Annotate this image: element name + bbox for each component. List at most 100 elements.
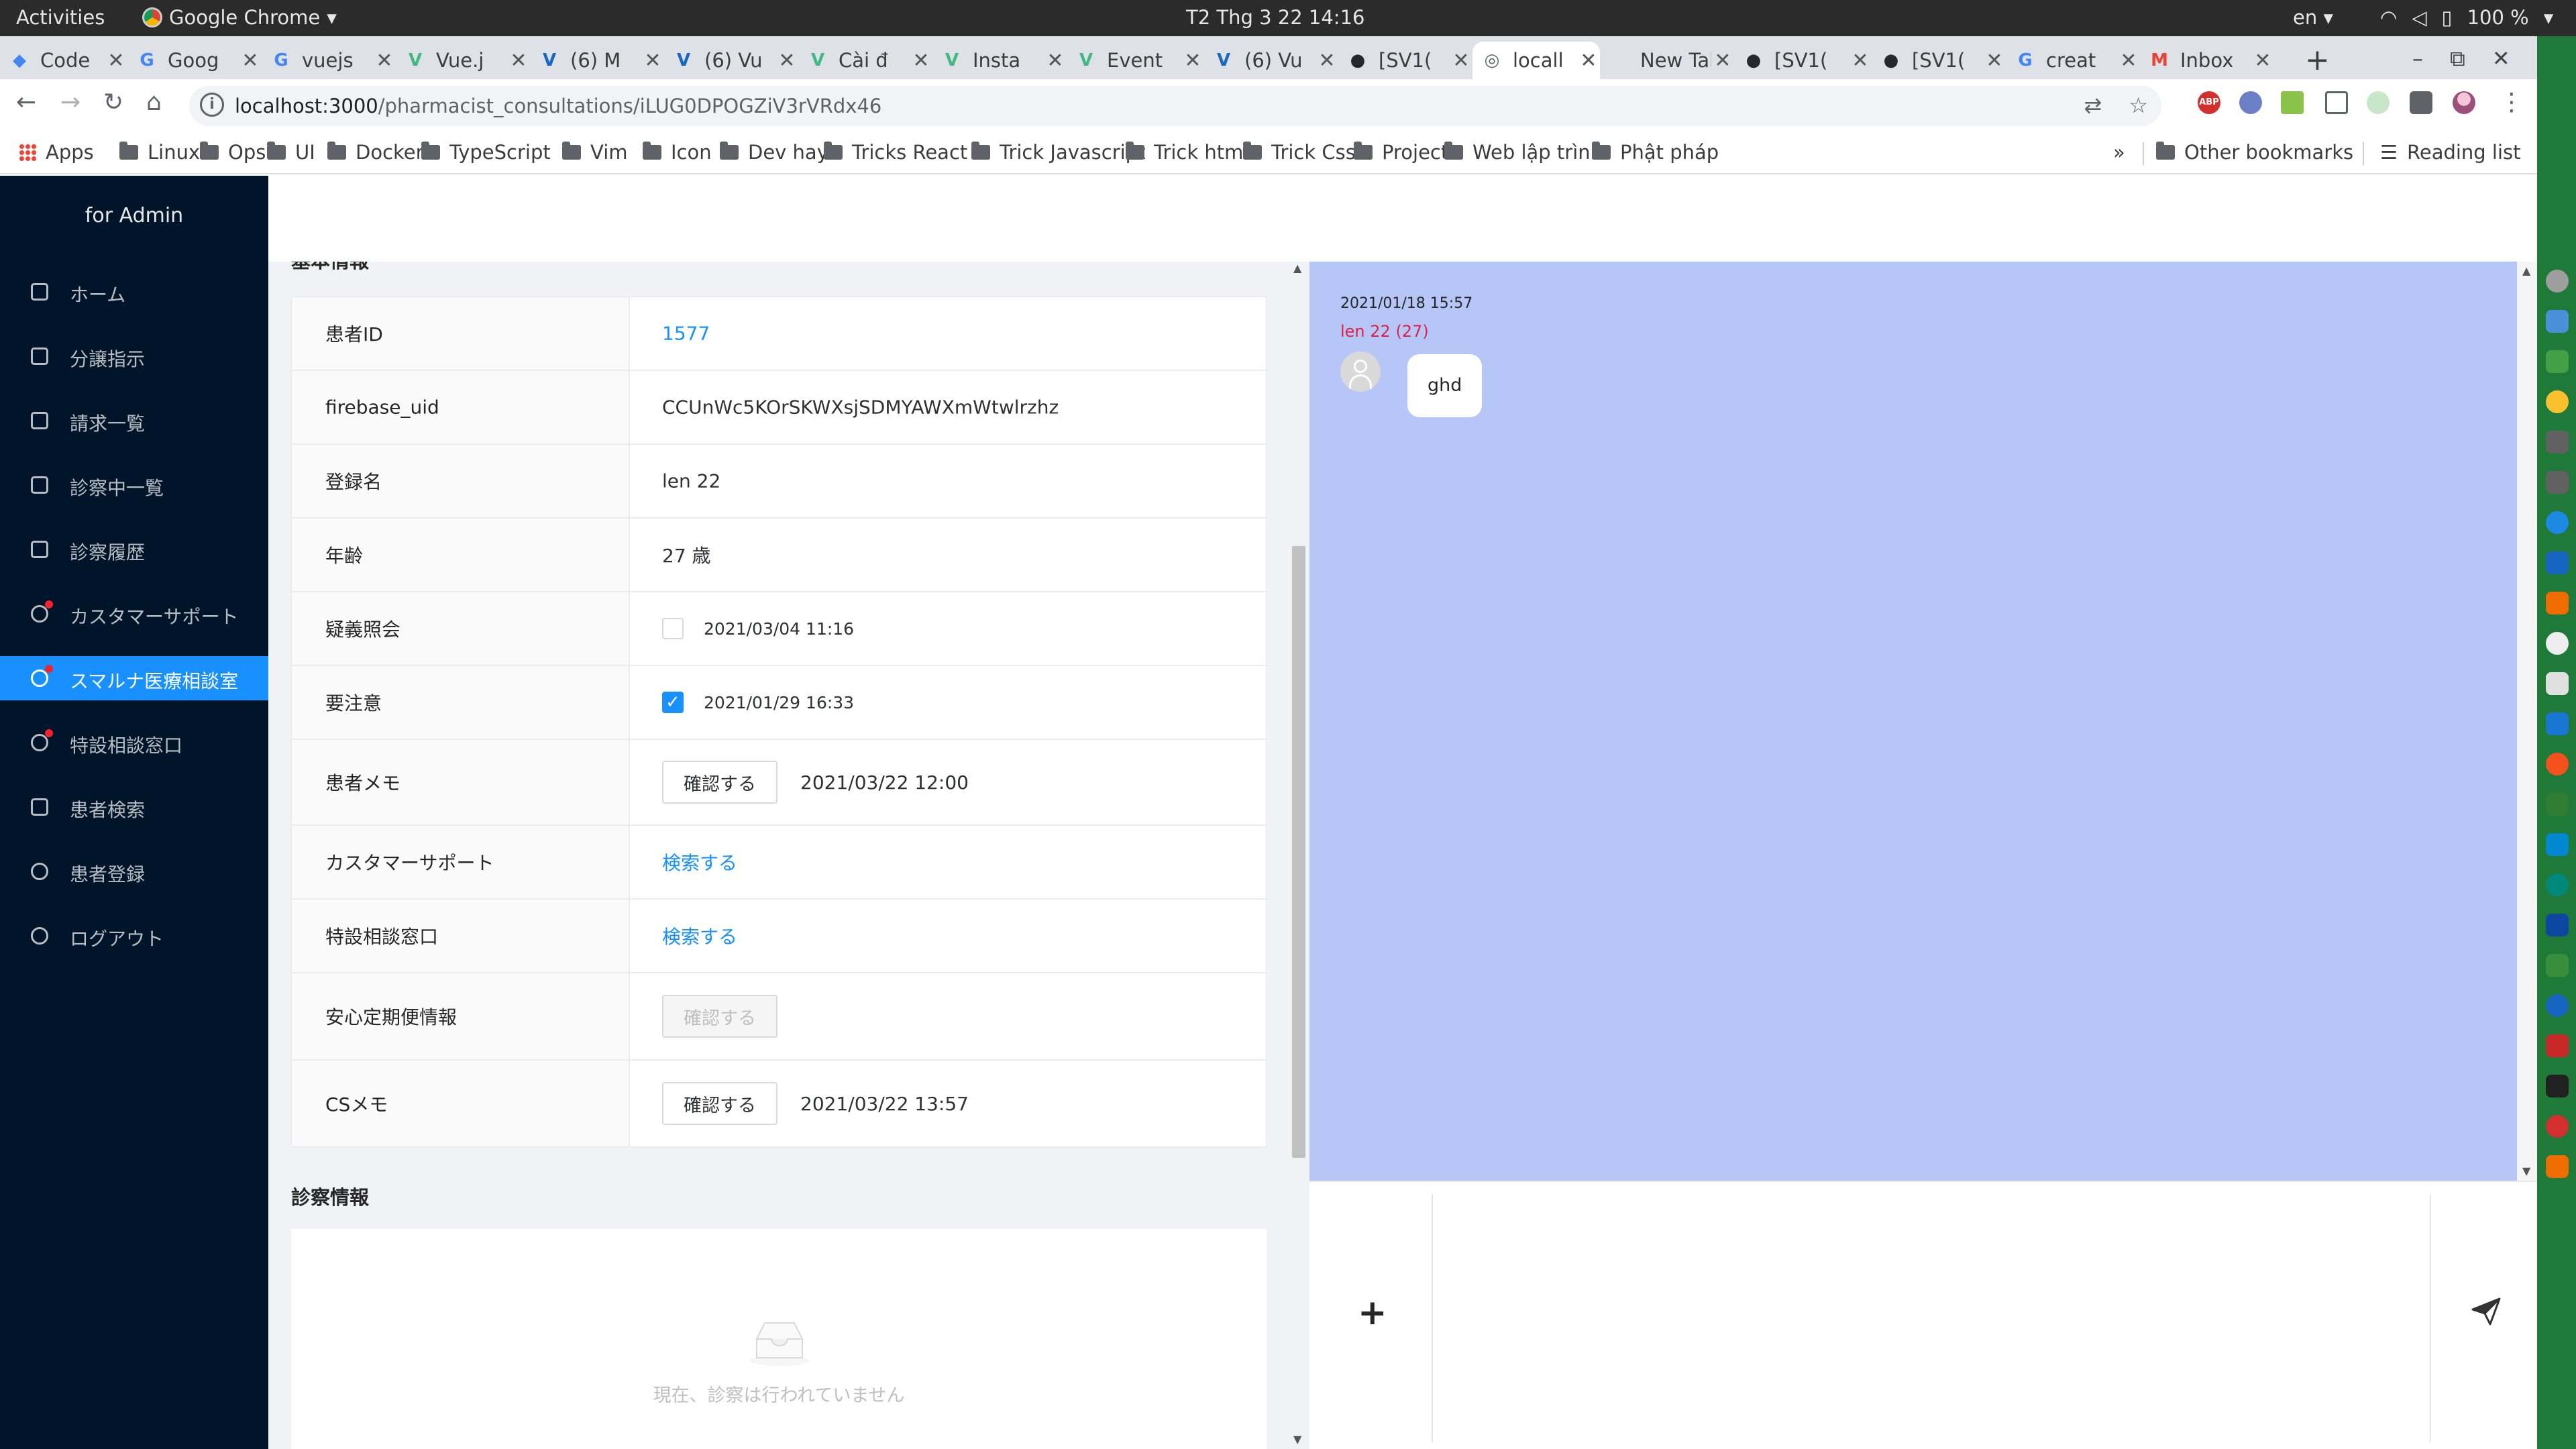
- bookmark-folder[interactable]: Phật pháp: [1592, 141, 1719, 164]
- close-tab-icon[interactable]: ✕: [1849, 49, 1872, 72]
- sidebar-item[interactable]: 患者検索: [0, 785, 268, 829]
- cs-memo-confirm-button[interactable]: 確認する: [662, 1082, 777, 1125]
- browser-tab[interactable]: ● [SV1(✕: [1734, 42, 1872, 79]
- browser-tab[interactable]: V Event ✕: [1067, 42, 1204, 79]
- bookmark-folder[interactable]: Trick Css: [1243, 141, 1356, 164]
- sidebar-item[interactable]: 請求一覧: [0, 398, 268, 443]
- customer-support-search-link[interactable]: 検索する: [662, 849, 737, 875]
- extension-icon[interactable]: [2281, 91, 2304, 114]
- activities-button[interactable]: Activities: [16, 6, 105, 29]
- sidebar-item[interactable]: 特設相談窓口: [0, 720, 268, 765]
- bookmark-folder[interactable]: Vim: [562, 141, 628, 164]
- url-text[interactable]: localhost:3000/pharmacist_consultations/…: [235, 95, 881, 117]
- send-icon[interactable]: [2470, 1295, 2502, 1327]
- skype-icon[interactable]: [2546, 873, 2569, 896]
- bookmark-folder[interactable]: TypeScript: [421, 141, 551, 164]
- attach-plus-icon[interactable]: +: [1358, 1293, 1387, 1333]
- browser-tab[interactable]: V Cài đ ✕: [798, 42, 932, 79]
- reading-list[interactable]: ☰ Reading list: [2380, 141, 2521, 164]
- chrome-icon[interactable]: [2546, 1115, 2569, 1138]
- sidebar-item[interactable]: ホーム: [0, 270, 268, 314]
- delivery-info-confirm-button[interactable]: 確認する: [662, 995, 777, 1038]
- bookmark-folder[interactable]: Ops: [200, 141, 266, 164]
- bookmark-folder[interactable]: Docker: [327, 141, 424, 164]
- clock[interactable]: T2 Thg 3 22 14:16: [1186, 6, 1364, 29]
- profile-avatar[interactable]: [2453, 91, 2475, 114]
- new-tab-button[interactable]: +: [2305, 43, 2330, 77]
- scroll-down-icon[interactable]: ▼: [1293, 1433, 1301, 1446]
- home-icon[interactable]: ⌂: [146, 89, 162, 116]
- bookmark-folder[interactable]: Icon: [643, 141, 712, 164]
- adblock-icon[interactable]: ABP: [2198, 91, 2220, 114]
- app-icon[interactable]: [2546, 954, 2569, 977]
- sidebar-item[interactable]: 診察履歴: [0, 527, 268, 572]
- messenger-icon[interactable]: [2546, 833, 2569, 856]
- special-consult-search-link[interactable]: 検索する: [662, 922, 737, 949]
- close-tab-icon[interactable]: ✕: [775, 49, 798, 72]
- page-scrollbar[interactable]: ▲ ▼: [1288, 259, 1309, 1449]
- close-tab-icon[interactable]: ✕: [239, 49, 262, 72]
- apps-bookmark[interactable]: Apps: [19, 141, 94, 164]
- chat-scrollbar[interactable]: ▲ ▼: [2517, 262, 2537, 1181]
- settings-icon[interactable]: [2546, 431, 2569, 453]
- bookmark-folder[interactable]: Web lập trình: [1444, 141, 1603, 164]
- bookmark-folder[interactable]: Project: [1354, 141, 1448, 164]
- settings-icon[interactable]: [2546, 471, 2569, 494]
- sidebar-item[interactable]: 患者登録: [0, 849, 268, 894]
- browser-tab[interactable]: ◎ locall ✕: [1472, 42, 1600, 79]
- bookmark-folder[interactable]: Trick html: [1126, 141, 1248, 164]
- terminal-icon[interactable]: [2546, 1075, 2569, 1097]
- browser-tab[interactable]: ● [SV1(✕: [1872, 42, 2006, 79]
- browser-tab[interactable]: V Vue.j ✕: [396, 42, 530, 79]
- scroll-down-icon[interactable]: ▼: [2522, 1165, 2530, 1177]
- app-icon[interactable]: [2546, 994, 2569, 1017]
- close-tab-icon[interactable]: ✕: [2117, 49, 2140, 72]
- sidebar-item[interactable]: ログアウト: [0, 914, 268, 958]
- close-tab-icon[interactable]: ✕: [373, 49, 396, 72]
- bookmark-folder[interactable]: Trick Javascript: [971, 141, 1145, 164]
- status-area[interactable]: ◠ ◁ ▯ 100 % ▾: [2380, 6, 2553, 29]
- scroll-up-icon[interactable]: ▲: [1293, 262, 1301, 274]
- browser-tab[interactable]: V (6) Vu ✕: [664, 42, 798, 79]
- close-tab-icon[interactable]: ✕: [1181, 49, 1204, 72]
- close-tab-icon[interactable]: ✕: [1044, 49, 1067, 72]
- close-tab-icon[interactable]: ✕: [2251, 49, 2274, 72]
- close-tab-icon[interactable]: ✕: [507, 49, 530, 72]
- bookmark-folder[interactable]: Dev hay: [720, 141, 828, 164]
- browser-tab[interactable]: Gcreat ✕: [2006, 42, 2140, 79]
- other-bookmarks[interactable]: Other bookmarks: [2156, 141, 2353, 164]
- sidebar-item[interactable]: 分譲指示: [0, 334, 268, 378]
- site-info-icon[interactable]: i: [200, 93, 224, 117]
- app-icon[interactable]: [2546, 793, 2569, 816]
- close-tab-icon[interactable]: ✕: [1711, 49, 1734, 72]
- compass-icon[interactable]: [2546, 753, 2569, 775]
- bookmarks-overflow[interactable]: »: [2113, 141, 2125, 164]
- browser-tab[interactable]: V Insta ✕: [932, 42, 1067, 79]
- screenshot-icon[interactable]: [2325, 91, 2348, 114]
- app-icon[interactable]: [2546, 632, 2569, 655]
- patient-id-link[interactable]: 1577: [662, 323, 710, 345]
- close-tab-icon[interactable]: ✕: [641, 49, 664, 72]
- close-tab-icon[interactable]: ✕: [1577, 49, 1600, 72]
- chat-icon[interactable]: [2546, 1034, 2569, 1057]
- extension-icon[interactable]: [2367, 91, 2390, 114]
- app-icon[interactable]: [2546, 350, 2569, 373]
- sidebar-item[interactable]: 診察中一覧: [0, 463, 268, 507]
- forward-icon[interactable]: →: [60, 89, 80, 116]
- bookmark-folder[interactable]: Tricks React: [824, 141, 967, 164]
- translate-icon[interactable]: ⇄: [2084, 93, 2102, 118]
- app-menu[interactable]: Google Chrome ▾: [142, 6, 337, 29]
- inquiry-checkbox[interactable]: [662, 618, 684, 639]
- puzzle-icon[interactable]: [2410, 91, 2432, 114]
- text-editor-icon[interactable]: [2546, 672, 2569, 695]
- restore-icon[interactable]: ⧉: [2450, 46, 2465, 72]
- patient-memo-confirm-button[interactable]: 確認する: [662, 761, 777, 804]
- app-icon[interactable]: [2546, 592, 2569, 614]
- reload-icon[interactable]: ↻: [103, 89, 123, 116]
- browser-tab[interactable]: G Goog ✕: [127, 42, 262, 79]
- browser-tab[interactable]: V (6) Vu ✕: [1204, 42, 1338, 79]
- bookmark-folder[interactable]: Linux: [119, 141, 200, 164]
- star-icon[interactable]: [2546, 390, 2569, 413]
- app-icon[interactable]: [2546, 551, 2569, 574]
- sidebar-item[interactable]: カスタマーサポート: [0, 592, 268, 636]
